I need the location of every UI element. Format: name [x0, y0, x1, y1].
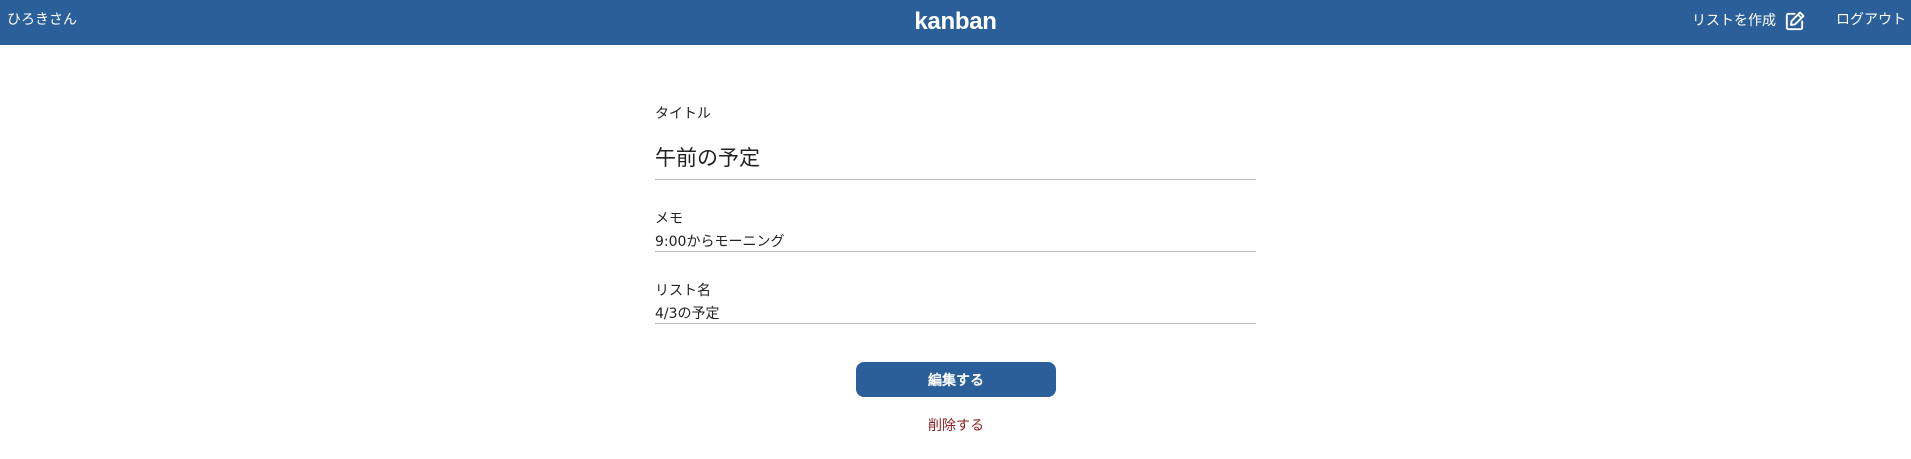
logout-link[interactable]: ログアウト — [1836, 11, 1906, 29]
title-label: タイトル — [655, 106, 711, 122]
app-header: ひろきさん kanban リストを作成 ログアウト — [0, 0, 1911, 45]
title-input[interactable] — [655, 140, 1256, 180]
brand-logo: kanban — [914, 8, 997, 35]
list-name-label: リスト名 — [655, 283, 711, 299]
user-name: ひろきさん — [7, 12, 77, 28]
delete-link[interactable]: 削除する — [856, 417, 1056, 435]
create-list-button[interactable]: リストを作成 — [1692, 9, 1806, 33]
edit-square-icon — [1785, 11, 1805, 30]
edit-button[interactable]: 編集する — [856, 362, 1056, 397]
memo-input[interactable] — [655, 230, 1256, 252]
list-name-input[interactable] — [655, 302, 1256, 324]
create-list-label: リストを作成 — [1692, 13, 1776, 29]
memo-label: メモ — [655, 211, 683, 227]
